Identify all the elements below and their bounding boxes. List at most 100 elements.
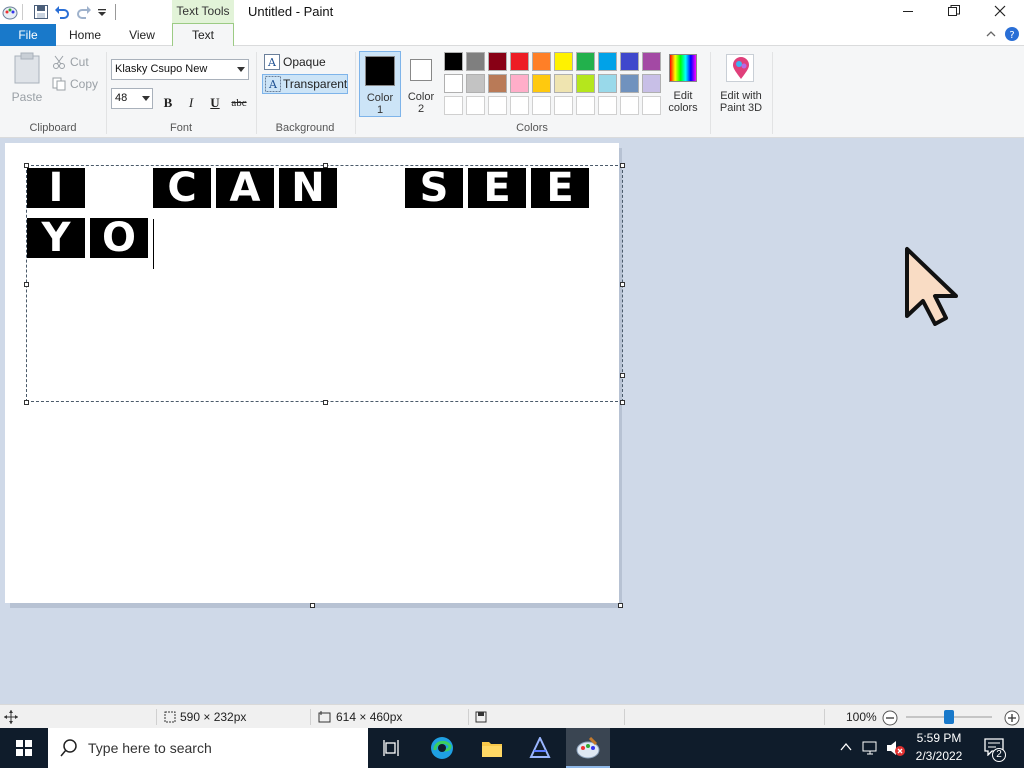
help-icon[interactable]: ? (1004, 26, 1020, 42)
paint-icon (576, 737, 600, 759)
drawing-canvas[interactable]: ICANSEE YO (5, 143, 625, 603)
text-glyph: A (229, 165, 261, 211)
custom-color-slot[interactable] (620, 96, 639, 115)
italic-button[interactable]: I (181, 93, 201, 113)
paint-taskbar-button[interactable] (566, 728, 610, 768)
custom-color-slot[interactable] (554, 96, 573, 115)
divider (468, 709, 469, 725)
divider (355, 52, 356, 134)
palette-swatch[interactable] (554, 52, 573, 71)
tab-view[interactable]: View (114, 24, 170, 46)
divider (156, 709, 157, 725)
start-button[interactable] (2, 728, 46, 768)
palette-swatch[interactable] (532, 74, 551, 93)
palette-swatch[interactable] (576, 74, 595, 93)
divider (824, 709, 825, 725)
tab-home[interactable]: Home (58, 24, 112, 46)
minimize-button[interactable] (890, 0, 926, 24)
copy-button: Copy (52, 76, 102, 94)
palette-swatch[interactable] (642, 52, 661, 71)
custom-color-slot[interactable] (510, 96, 529, 115)
task-view-button[interactable] (370, 728, 414, 768)
font-family-select[interactable]: Klasky Csupo New (111, 59, 249, 80)
palette-swatch[interactable] (642, 74, 661, 93)
bold-button[interactable]: B (158, 93, 178, 113)
opaque-icon: A (264, 54, 280, 70)
close-button[interactable] (982, 0, 1018, 24)
redo-icon[interactable] (76, 4, 92, 20)
collapse-ribbon-icon[interactable] (984, 27, 998, 41)
paint-app-icon[interactable] (2, 4, 18, 20)
resize-handle[interactable] (24, 282, 29, 287)
palette-swatch[interactable] (444, 74, 463, 93)
custom-color-slot[interactable] (642, 96, 661, 115)
strikethrough-button[interactable]: abc (228, 93, 250, 113)
resize-handle[interactable] (620, 163, 625, 168)
custom-color-slot[interactable] (444, 96, 463, 115)
edge-taskbar-button[interactable] (420, 728, 464, 768)
palette-swatch[interactable] (510, 52, 529, 71)
network-icon[interactable] (862, 740, 880, 756)
save-icon[interactable] (33, 4, 49, 20)
resize-handle[interactable] (620, 373, 625, 378)
palette-swatch[interactable] (510, 74, 529, 93)
resize-handle[interactable] (620, 400, 625, 405)
zoom-slider[interactable] (906, 710, 992, 724)
custom-color-slot[interactable] (576, 96, 595, 115)
notifications-button[interactable]: 2 (976, 728, 1020, 768)
zoom-in-icon[interactable] (1004, 710, 1020, 726)
clock-time[interactable]: 5:59 PM (908, 731, 970, 745)
file-explorer-taskbar-button[interactable] (470, 728, 514, 768)
custom-color-slot[interactable] (598, 96, 617, 115)
search-box[interactable]: Type here to search (48, 728, 368, 768)
resize-handle[interactable] (620, 282, 625, 287)
palette-swatch[interactable] (466, 74, 485, 93)
transparent-button[interactable]: A Transparent (262, 74, 348, 94)
tab-text[interactable]: Text (172, 23, 234, 47)
color2-button[interactable]: Color 2 (404, 51, 438, 117)
paste-button: Paste (8, 50, 46, 106)
palette-swatch[interactable] (532, 52, 551, 71)
palette-swatch[interactable] (444, 52, 463, 71)
palette-swatch[interactable] (620, 74, 639, 93)
custom-color-slot[interactable] (532, 96, 551, 115)
canvas-resize-handle[interactable] (310, 603, 315, 608)
chevron-up-icon[interactable] (840, 742, 852, 752)
tab-file[interactable]: File (0, 24, 56, 46)
font-size-select[interactable]: 48 (111, 88, 153, 109)
edit-colors-button[interactable]: Edit colors (666, 52, 702, 118)
palette-swatch[interactable] (576, 52, 595, 71)
palette-swatch[interactable] (620, 52, 639, 71)
zoom-slider-thumb[interactable] (944, 710, 954, 724)
palette-swatch[interactable] (554, 74, 573, 93)
minimize-icon (903, 11, 913, 12)
undo-icon[interactable] (54, 4, 70, 20)
divider (772, 52, 773, 134)
palette-swatch[interactable] (598, 74, 617, 93)
divider (256, 52, 257, 134)
custom-color-slot[interactable] (488, 96, 507, 115)
underline-button[interactable]: U (205, 93, 225, 113)
ribbon: Paste Cut Copy Clipboard Klasky Csupo Ne… (0, 46, 1024, 138)
restore-button[interactable] (936, 0, 972, 24)
edit-with-paint3d-button[interactable]: Edit with Paint 3D (714, 52, 768, 118)
resize-handle[interactable] (24, 400, 29, 405)
resize-handle[interactable] (323, 163, 328, 168)
opaque-button[interactable]: A Opaque (262, 52, 350, 72)
app-taskbar-button[interactable] (518, 728, 562, 768)
resize-handle[interactable] (24, 163, 29, 168)
palette-swatch[interactable] (488, 52, 507, 71)
search-placeholder: Type here to search (88, 740, 212, 756)
customize-quick-access-icon[interactable] (97, 6, 107, 18)
custom-color-slot[interactable] (466, 96, 485, 115)
volume-muted-icon[interactable] (886, 740, 906, 756)
palette-swatch[interactable] (466, 52, 485, 71)
clock-date[interactable]: 2/3/2022 (908, 749, 970, 763)
palette-swatch[interactable] (488, 74, 507, 93)
zoom-out-icon[interactable] (882, 710, 898, 726)
canvas-resize-handle[interactable] (618, 603, 623, 608)
palette-swatch[interactable] (598, 52, 617, 71)
color1-button[interactable]: Color 1 (359, 51, 401, 117)
colors-group-label: Colors (516, 122, 548, 134)
resize-handle[interactable] (323, 400, 328, 405)
